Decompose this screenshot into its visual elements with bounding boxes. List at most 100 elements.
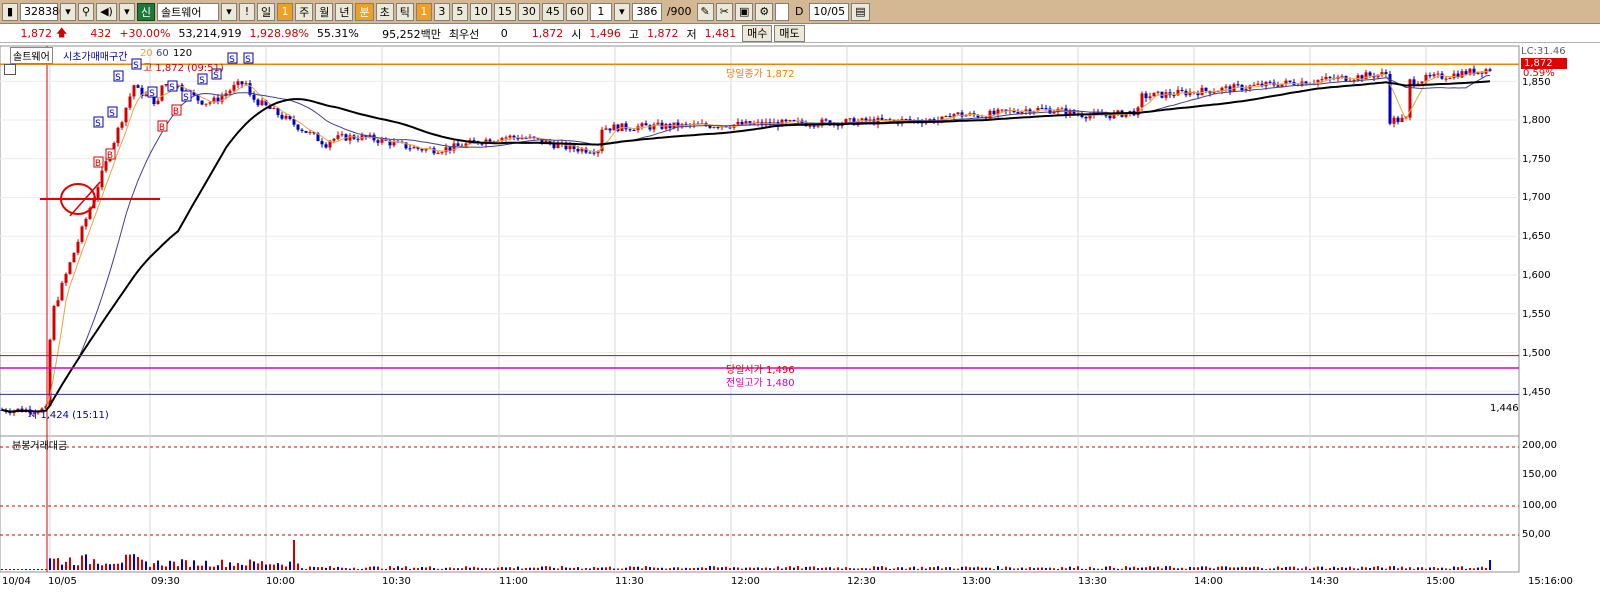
- period-15[interactable]: 15: [493, 2, 516, 21]
- best-label: 최우선: [448, 27, 480, 41]
- stock-name-field[interactable]: 솔트웨어: [156, 2, 219, 21]
- volume-bar: [865, 568, 867, 570]
- volume-bar: [489, 568, 491, 570]
- volume-bar: [81, 555, 83, 570]
- period-1[interactable]: 1: [415, 2, 432, 21]
- settings-icon[interactable]: ✂: [715, 2, 733, 21]
- volume-bar: [409, 568, 411, 570]
- chart-area[interactable]: SSSSSSSSSSSBBBB 솔트웨어 시초가매매구간 20 60 120 고…: [0, 44, 1600, 593]
- tab-minute[interactable]: 분: [355, 2, 374, 21]
- candle-body: [340, 134, 344, 136]
- volume-bar: [513, 568, 515, 570]
- candle-body: [608, 128, 612, 131]
- volume-bar: [1477, 567, 1479, 570]
- volume-bar: [1217, 566, 1219, 570]
- gear-icon[interactable]: ⚙: [755, 2, 774, 21]
- volume-bar: [697, 567, 699, 570]
- volume-bar: [1177, 568, 1179, 570]
- volume-bar: [425, 567, 427, 570]
- volume-bar: [521, 568, 523, 570]
- candle-body: [160, 85, 164, 101]
- volume-bar: [1389, 566, 1391, 570]
- volume-bar: [253, 561, 255, 570]
- period-3[interactable]: 3: [433, 2, 450, 21]
- candle-body: [1224, 86, 1228, 88]
- volume-bar: [365, 567, 367, 570]
- calendar-icon[interactable]: ▤: [851, 2, 870, 21]
- volume-bar: [1245, 567, 1247, 570]
- sell-button[interactable]: 매도: [774, 25, 805, 42]
- name-dropdown-icon[interactable]: ▾: [220, 2, 237, 21]
- code-dropdown-icon[interactable]: ▾: [60, 2, 76, 21]
- save-icon[interactable]: ▣: [734, 2, 754, 21]
- period-dropdown-icon[interactable]: ▾: [613, 2, 630, 21]
- volume-bar: [1485, 567, 1487, 570]
- volume-bar: [1253, 566, 1255, 570]
- candle-body: [1488, 69, 1492, 71]
- volume-bar: [1041, 567, 1043, 570]
- sell-signal-flag: S: [197, 73, 208, 86]
- volume-bar: [1013, 568, 1015, 570]
- x-label: 09:30: [151, 576, 180, 587]
- speaker-icon[interactable]: ◀): [96, 2, 117, 21]
- volume-bar: [689, 568, 691, 570]
- stock-code-input[interactable]: 328380: [20, 2, 66, 21]
- chart-settings-icon[interactable]: [4, 64, 16, 75]
- volume-bar: [1033, 568, 1035, 570]
- volume-bar: [1445, 568, 1447, 570]
- candle-body: [1356, 75, 1360, 80]
- volume-bar: [889, 568, 891, 570]
- volume-bar: [1317, 566, 1319, 570]
- sell-signal-flag: S: [113, 70, 124, 83]
- period-5[interactable]: 5: [451, 2, 468, 21]
- tab-second[interactable]: 초: [375, 2, 394, 21]
- date-input[interactable]: 10/05: [809, 2, 850, 21]
- candle-body: [260, 100, 264, 106]
- volume-bar: [1145, 567, 1147, 570]
- volume-bar: [1465, 568, 1467, 570]
- tab-week[interactable]: 주: [295, 2, 314, 21]
- period-input[interactable]: 1: [589, 2, 612, 21]
- tab-day[interactable]: 일: [256, 2, 276, 21]
- chart-canvas[interactable]: SSSSSSSS SS SBBBB: [0, 44, 1600, 593]
- candle-body: [1084, 117, 1088, 119]
- volume-bar: [57, 558, 59, 570]
- period-45[interactable]: 45: [541, 2, 564, 21]
- tab-tick[interactable]: 틱: [395, 2, 414, 21]
- volume-bar: [97, 563, 99, 570]
- period-30[interactable]: 30: [517, 2, 540, 21]
- chart-type-icon[interactable]: ▮: [2, 2, 18, 21]
- period-10[interactable]: 10: [469, 2, 492, 21]
- volume-bar: [453, 568, 455, 570]
- candle-body: [716, 127, 720, 129]
- volume-bar: [153, 563, 155, 570]
- candle-body: [80, 226, 84, 242]
- volume-bar: [829, 567, 831, 570]
- legend-ma20: 20: [140, 48, 153, 59]
- tools-icon[interactable]: ✎: [696, 2, 714, 21]
- count-input[interactable]: 386: [631, 2, 662, 21]
- volume-bar: [725, 566, 727, 570]
- volume-bar: [1293, 566, 1295, 570]
- volume-bar: [773, 568, 775, 570]
- menu-dropdown-icon[interactable]: ▾: [118, 2, 135, 21]
- tab-year[interactable]: 년: [335, 2, 354, 21]
- period-60[interactable]: 60: [565, 2, 588, 21]
- buy-button[interactable]: 매수: [742, 25, 773, 42]
- volume-bar: [337, 566, 339, 570]
- search-icon[interactable]: ⚲: [78, 2, 95, 21]
- volume-bar: [1353, 568, 1355, 570]
- candle-body: [628, 129, 632, 131]
- volume-bar: [501, 567, 503, 570]
- volume-bar: [173, 561, 175, 570]
- volume-bar: [1341, 567, 1343, 570]
- candle-body: [1152, 92, 1156, 97]
- volume-bar: [541, 566, 543, 570]
- tab-month[interactable]: 월: [315, 2, 334, 21]
- day-count-box[interactable]: 1: [277, 2, 294, 21]
- volume-bar: [237, 563, 239, 570]
- volume-bar: [1409, 567, 1411, 570]
- alert-icon[interactable]: !: [238, 2, 255, 21]
- date-checkbox[interactable]: [775, 2, 790, 21]
- x-label: 14:00: [1194, 576, 1223, 587]
